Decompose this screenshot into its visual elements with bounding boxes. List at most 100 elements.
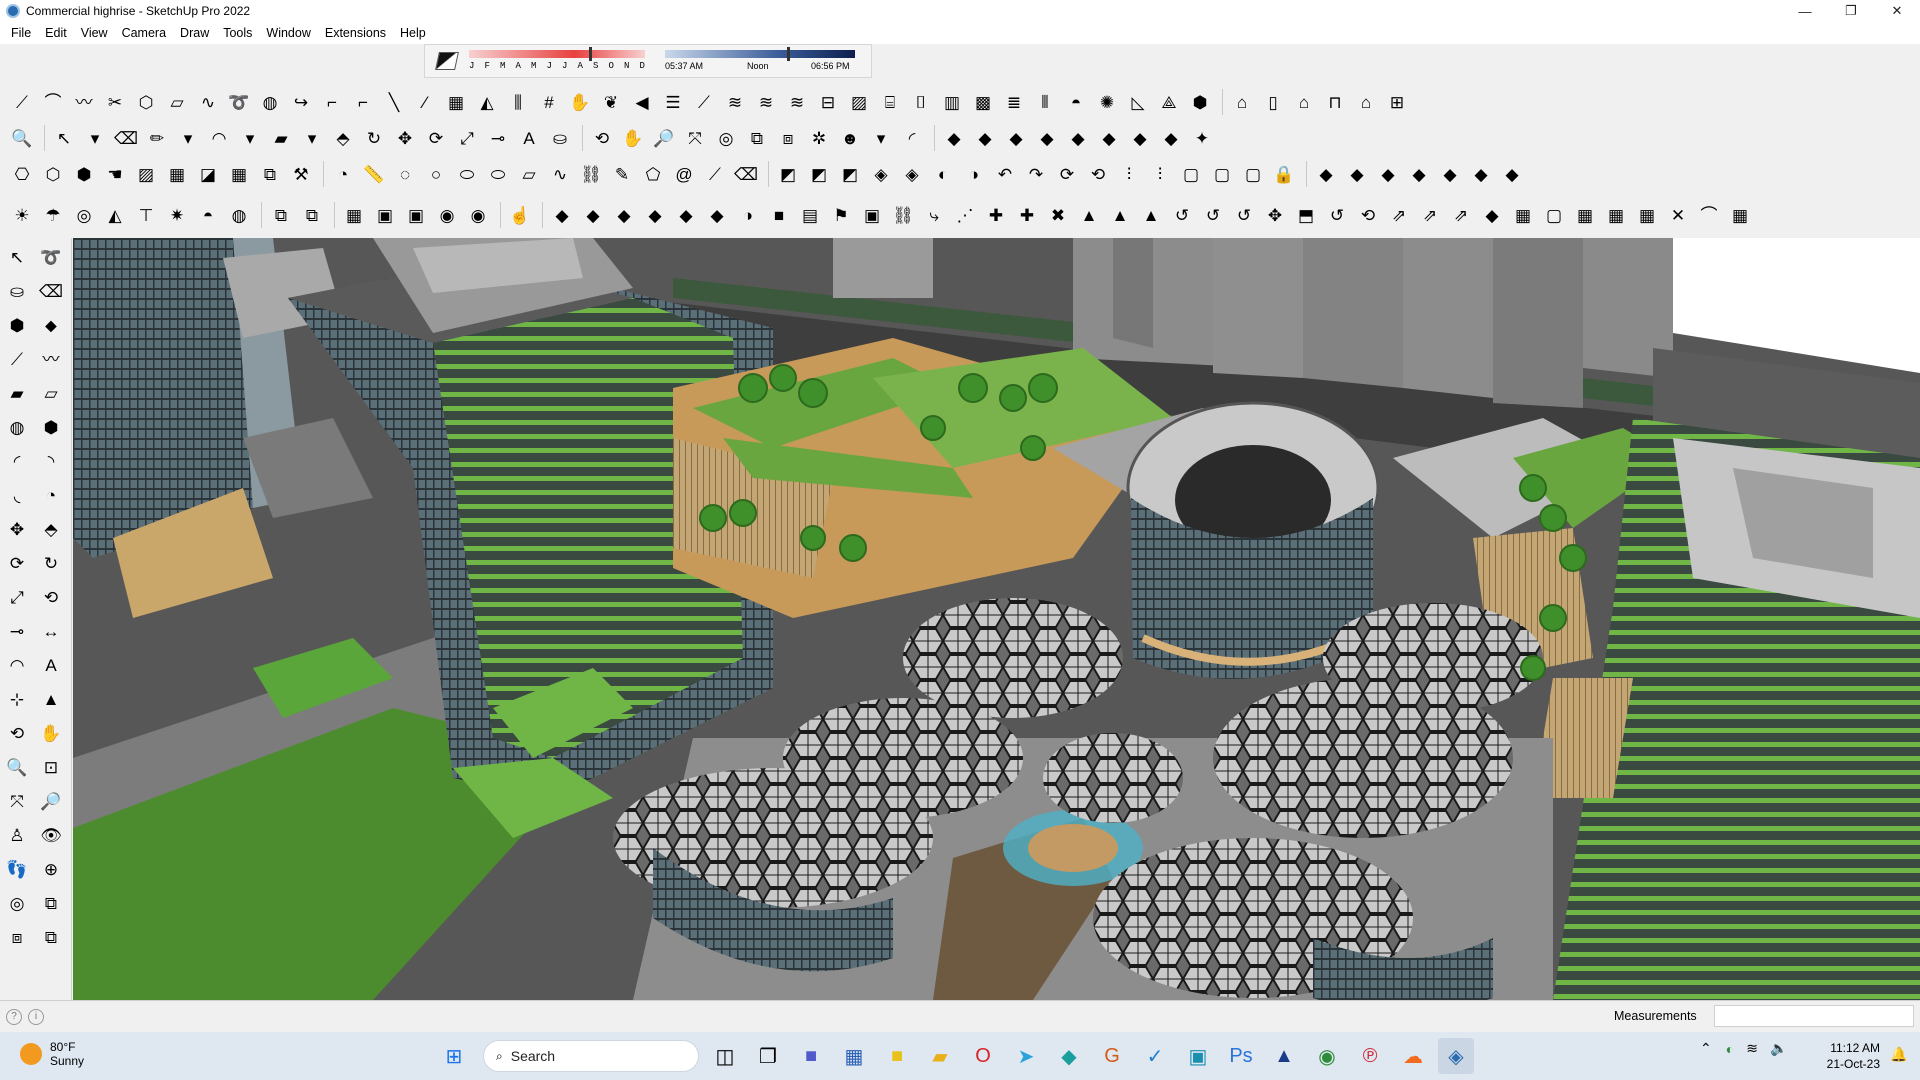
text-icon[interactable]: A: [515, 124, 543, 152]
arc-icon[interactable]: ◜: [2, 446, 32, 476]
orange-grid-icon[interactable]: ▦: [1571, 201, 1599, 229]
lasso-icon[interactable]: ➰: [36, 242, 66, 272]
menu-draw[interactable]: Draw: [173, 26, 216, 40]
time-slider-handle[interactable]: [787, 47, 790, 61]
scissors-icon[interactable]: ✂: [101, 88, 129, 116]
sphere-2-icon[interactable]: ◍: [225, 201, 253, 229]
follow-me-icon[interactable]: ↻: [36, 548, 66, 578]
paint-bucket-icon[interactable]: ⛀: [546, 124, 574, 152]
grid-3-icon[interactable]: ▦: [225, 160, 253, 188]
line-tool-icon[interactable]: ⟋: [8, 88, 36, 116]
soundcloud-icon[interactable]: ☁: [1395, 1038, 1431, 1074]
task-view-icon[interactable]: ❐: [750, 1038, 786, 1074]
columns-icon[interactable]: ⫼: [504, 88, 532, 116]
follow-me-icon[interactable]: ↻: [360, 124, 388, 152]
photoshop-icon[interactable]: Ps: [1223, 1038, 1259, 1074]
gray-face-icon[interactable]: ◆: [703, 201, 731, 229]
loop-2-icon[interactable]: ◌: [391, 160, 419, 188]
outer-shell-icon[interactable]: ◆: [1126, 124, 1154, 152]
red-square-icon[interactable]: ■: [765, 201, 793, 229]
triangle-app-icon[interactable]: ▲: [1266, 1038, 1302, 1074]
orange-arc-icon[interactable]: ◑: [734, 201, 762, 229]
blue-face-2-icon[interactable]: ◆: [579, 201, 607, 229]
minimize-button[interactable]: —: [1782, 0, 1828, 22]
polygon-icon[interactable]: ⬡: [132, 88, 160, 116]
extension-icon[interactable]: ⧉: [743, 124, 771, 152]
box-icon[interactable]: ⬢: [70, 160, 98, 188]
pencil-2-icon[interactable]: ✎: [608, 160, 636, 188]
frame-2-icon[interactable]: ▢: [1540, 201, 1568, 229]
paint-6-icon[interactable]: ◆: [1467, 160, 1495, 188]
grid-4-icon[interactable]: ▦: [340, 201, 368, 229]
corner-icon[interactable]: ⌐: [318, 88, 346, 116]
section-plane-icon[interactable]: ⊕: [36, 854, 66, 884]
paint-4-icon[interactable]: ◆: [1405, 160, 1433, 188]
orange-grid-2-icon[interactable]: ▦: [1602, 201, 1630, 229]
fan-icon[interactable]: ⟁: [1155, 88, 1183, 116]
stairs-icon[interactable]: ☰: [659, 88, 687, 116]
red-face-icon[interactable]: ◆: [672, 201, 700, 229]
door-icon[interactable]: ▯: [1259, 88, 1287, 116]
credits-icon[interactable]: i: [28, 1008, 44, 1025]
blue-tool-3-icon[interactable]: ◩: [836, 160, 864, 188]
chrome-icon[interactable]: ◉: [1309, 1038, 1345, 1074]
grid-2-icon[interactable]: ▦: [163, 160, 191, 188]
extension-manager-icon[interactable]: ⧉: [36, 922, 66, 952]
trim-icon[interactable]: ◆: [1064, 124, 1092, 152]
roof-icon[interactable]: ◺: [1124, 88, 1152, 116]
green-tool-icon[interactable]: ◈: [867, 160, 895, 188]
scale-icon[interactable]: ⤢: [453, 124, 481, 152]
grid-icon[interactable]: #: [535, 88, 563, 116]
file-explorer-icon[interactable]: ▰: [922, 1038, 958, 1074]
telegram-icon[interactable]: ➤: [1008, 1038, 1044, 1074]
lines-2-icon[interactable]: ≋: [752, 88, 780, 116]
component-icon[interactable]: ⬢: [2, 310, 32, 340]
bend-2-icon[interactable]: ↶: [991, 160, 1019, 188]
zoom-window-icon[interactable]: ⊡: [36, 752, 66, 782]
pan-icon[interactable]: ✋: [36, 718, 66, 748]
hook-2-icon[interactable]: ↺: [1199, 201, 1227, 229]
diagonal-line-icon[interactable]: ╲: [380, 88, 408, 116]
hatch-icon[interactable]: ▨: [845, 88, 873, 116]
shape-2-icon[interactable]: ⬠: [639, 160, 667, 188]
red-loop-icon[interactable]: ↺: [1323, 201, 1351, 229]
push-icon[interactable]: ⬒: [1292, 201, 1320, 229]
pan-icon[interactable]: ✋: [619, 124, 647, 152]
circle-icon[interactable]: ○: [422, 160, 450, 188]
cone-icon[interactable]: ◭: [473, 88, 501, 116]
app-3-icon[interactable]: ▣: [1180, 1038, 1216, 1074]
dropdown-icon[interactable]: ▾: [174, 124, 202, 152]
roof-window-icon[interactable]: ⊓: [1321, 88, 1349, 116]
curve-2-icon[interactable]: ∿: [546, 160, 574, 188]
slash-icon[interactable]: ⟋: [690, 88, 718, 116]
window-2-icon[interactable]: ▢: [1208, 160, 1236, 188]
link-icon[interactable]: ⛓: [577, 160, 605, 188]
lines-3-icon[interactable]: ≋: [783, 88, 811, 116]
arc-icon[interactable]: ◠: [205, 124, 233, 152]
menu-extensions[interactable]: Extensions: [318, 26, 393, 40]
sphere-4-icon[interactable]: ◉: [464, 201, 492, 229]
3d-text-icon[interactable]: ▲: [36, 684, 66, 714]
cone-3-icon[interactable]: ▲: [1106, 201, 1134, 229]
vscode-icon[interactable]: ✓: [1137, 1038, 1173, 1074]
skew-2-icon[interactable]: ◑: [960, 160, 988, 188]
menu-tools[interactable]: Tools: [216, 26, 259, 40]
paint-bucket-icon[interactable]: ⛀: [2, 276, 32, 306]
blue-x-icon[interactable]: ✖: [1044, 201, 1072, 229]
curve-3-icon[interactable]: ⌒: [1695, 201, 1723, 229]
zoom-icon[interactable]: 🔍: [8, 124, 36, 152]
rotate-icon[interactable]: ⟳: [2, 548, 32, 578]
home-icon[interactable]: ⌂: [1290, 88, 1318, 116]
opera-icon[interactable]: O: [965, 1038, 1001, 1074]
weather-widget[interactable]: 80°F Sunny: [20, 1040, 84, 1068]
ellipse-2-icon[interactable]: ⬭: [484, 160, 512, 188]
widgets-icon[interactable]: ◫: [707, 1038, 743, 1074]
rotate-icon[interactable]: ⟳: [422, 124, 450, 152]
pencil-icon[interactable]: ✏: [143, 124, 171, 152]
orange-grid-3-icon[interactable]: ▦: [1633, 201, 1661, 229]
blue-face-icon[interactable]: ◆: [548, 201, 576, 229]
corner-2-icon[interactable]: ⌐: [349, 88, 377, 116]
cone-4-icon[interactable]: ▲: [1137, 201, 1165, 229]
red-box-icon[interactable]: ◆: [1478, 201, 1506, 229]
sphere-icon[interactable]: ◍: [256, 88, 284, 116]
